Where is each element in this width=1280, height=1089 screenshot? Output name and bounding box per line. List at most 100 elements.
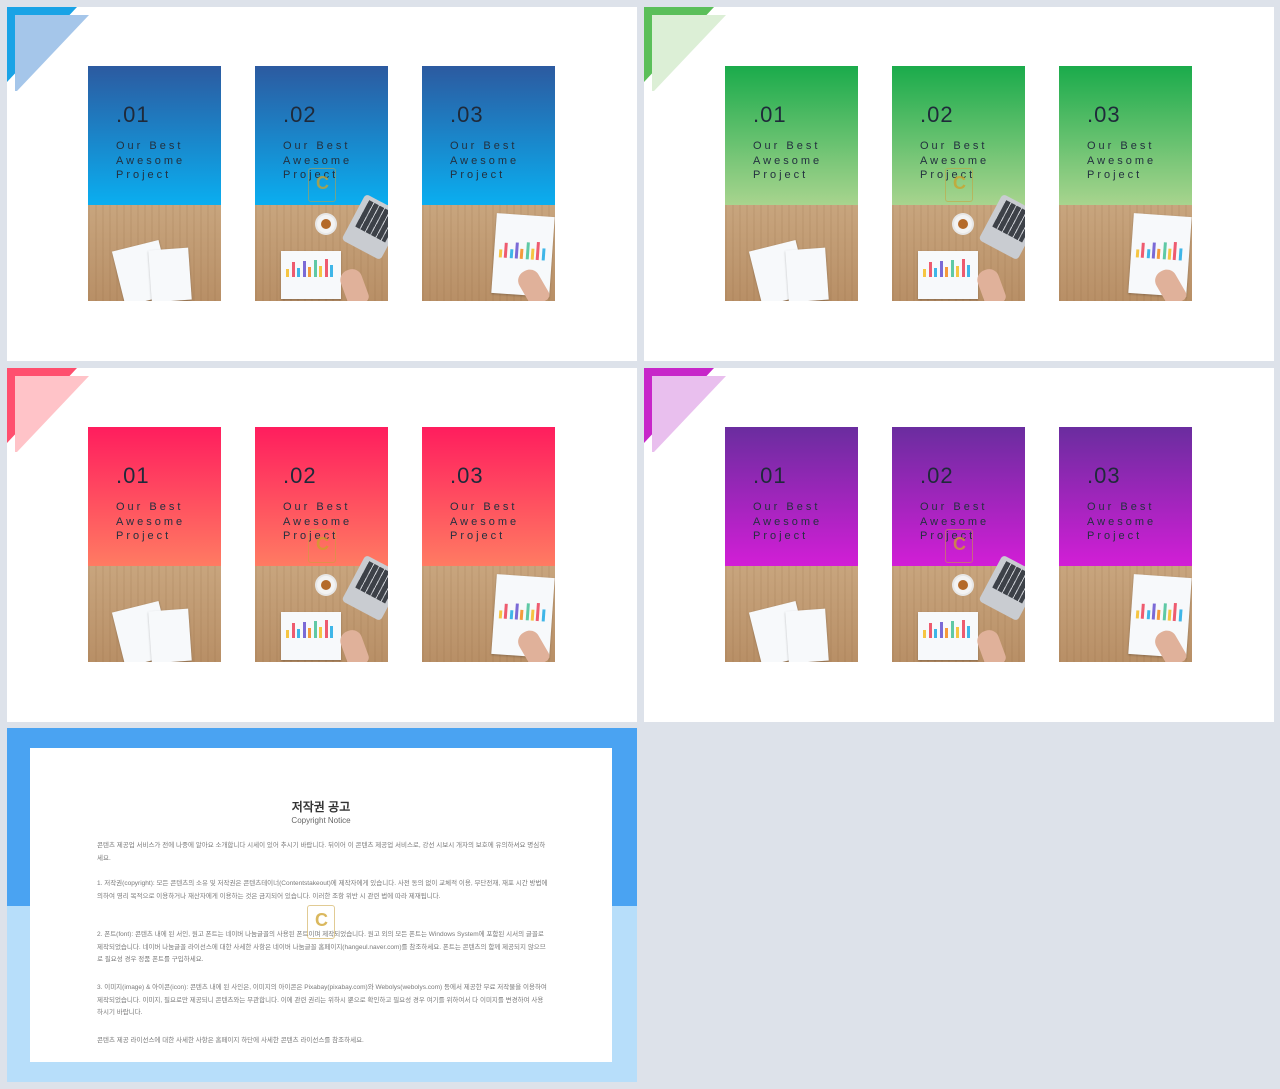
corner-triangle-light bbox=[15, 376, 89, 452]
chart-bar bbox=[961, 259, 965, 278]
chart-bar bbox=[514, 242, 519, 259]
hand bbox=[337, 627, 371, 662]
chart-bar bbox=[956, 266, 960, 278]
watermark-letter: C bbox=[316, 173, 329, 193]
chart-bar bbox=[520, 248, 524, 260]
watermark-letter: C bbox=[953, 534, 966, 554]
chart-bar bbox=[939, 261, 943, 278]
corner-triangle-decoration bbox=[7, 368, 89, 452]
project-card[interactable]: .01 Our Best Awesome Project bbox=[88, 66, 221, 301]
chart-bar bbox=[498, 610, 503, 619]
chart-bar bbox=[308, 267, 312, 278]
slide-blue[interactable]: .01 Our Best Awesome Project .02 Our Best A… bbox=[7, 7, 637, 361]
chart-bar bbox=[1157, 609, 1161, 621]
desk-photo bbox=[255, 193, 388, 301]
chart-bar bbox=[302, 622, 306, 639]
corner-triangle-decoration bbox=[644, 7, 726, 91]
card-caption: Our Best Awesome Project bbox=[753, 501, 823, 542]
document-paper bbox=[148, 608, 192, 662]
card-number: .01 bbox=[116, 463, 150, 488]
card-number: .02 bbox=[920, 102, 954, 127]
chart-bar bbox=[967, 626, 971, 639]
card-gradient-panel: .01 Our Best Awesome Project bbox=[88, 66, 221, 205]
desk-photo bbox=[725, 566, 858, 662]
chart-bar bbox=[923, 630, 926, 639]
chart-bar bbox=[308, 628, 312, 639]
project-card[interactable]: .02 Our Best Awesome Project C bbox=[892, 427, 1025, 662]
project-card[interactable]: .01 Our Best Awesome Project bbox=[725, 427, 858, 662]
project-card[interactable]: .03 Our Best Awesome Project bbox=[1059, 66, 1192, 301]
project-card[interactable]: .03 Our Best Awesome Project bbox=[422, 66, 555, 301]
document-paper bbox=[785, 608, 829, 662]
card-caption: Our Best Awesome Project bbox=[450, 140, 520, 181]
copyright-subtitle: Copyright Notice bbox=[291, 816, 351, 825]
chart-bar bbox=[1178, 609, 1183, 622]
card-number: .01 bbox=[753, 102, 787, 127]
card-number: .03 bbox=[1087, 463, 1121, 488]
desk-photo bbox=[422, 205, 555, 301]
chart-bar bbox=[330, 265, 334, 278]
slide-purple[interactable]: .01 Our Best Awesome Project .02 Our Best A… bbox=[644, 368, 1274, 722]
chart-bar bbox=[302, 261, 306, 278]
desk-photo bbox=[725, 205, 858, 301]
chart-paper bbox=[281, 251, 341, 299]
desk-photo bbox=[1059, 566, 1192, 662]
copyright-paragraph: 콘텐츠 제공업 서비스가 전에 나중에 알아요 소개합니다 시세이 있어 추시기… bbox=[97, 842, 546, 862]
chart-bar bbox=[541, 609, 546, 622]
copyright-paragraph: 콘텐츠 제공 라이선스에 대한 사세한 사항은 홈페이지 하단에 사세한 콘텐츠… bbox=[97, 1037, 364, 1044]
card-gradient-panel: .03 Our Best Awesome Project bbox=[422, 66, 555, 205]
chart-bar bbox=[928, 262, 932, 278]
chart-bar bbox=[530, 248, 535, 260]
card-gradient-panel: .03 Our Best Awesome Project bbox=[422, 427, 555, 566]
project-card[interactable]: .01 Our Best Awesome Project bbox=[725, 66, 858, 301]
card-caption: Our Best Awesome Project bbox=[450, 501, 520, 542]
chart-bar bbox=[950, 621, 954, 639]
desk-photo bbox=[892, 193, 1025, 301]
chart-bar bbox=[934, 629, 938, 639]
chart-bar bbox=[525, 603, 530, 621]
corner-triangle-light bbox=[652, 376, 726, 452]
chart-bar bbox=[509, 610, 514, 620]
card-gradient-panel: .01 Our Best Awesome Project bbox=[725, 427, 858, 566]
slide-red[interactable]: .01 Our Best Awesome Project .02 Our Best A… bbox=[7, 368, 637, 722]
copyright-paragraph: 1. 저작권(copyright): 모든 콘텐츠의 소유 및 저작권은 콘텐츠… bbox=[97, 880, 548, 900]
desk-photo bbox=[88, 566, 221, 662]
project-card[interactable]: .01 Our Best Awesome Project bbox=[88, 427, 221, 662]
project-card[interactable]: .02 Our Best Awesome Project C bbox=[892, 66, 1025, 301]
coffee-cup bbox=[954, 576, 972, 594]
chart-bar bbox=[1167, 609, 1172, 621]
card-gradient-panel: .03 Our Best Awesome Project bbox=[1059, 427, 1192, 566]
card-number: .02 bbox=[283, 102, 317, 127]
chart-bar bbox=[967, 265, 971, 278]
desk-photo bbox=[892, 554, 1025, 662]
chart-bar bbox=[923, 269, 926, 278]
chart-bar bbox=[1146, 249, 1151, 259]
chart-bar bbox=[945, 267, 949, 278]
chart-bar bbox=[324, 620, 328, 639]
card-caption: Our Best Awesome Project bbox=[1087, 501, 1157, 542]
project-card[interactable]: .02 Our Best Awesome Project C bbox=[255, 427, 388, 662]
chart-bar bbox=[961, 620, 965, 639]
copyright-paragraph: 3. 이미지(image) & 아이콘(icon): 콘텐츠 내에 된 사인은,… bbox=[97, 984, 547, 1016]
watermark-letter: C bbox=[316, 534, 329, 554]
card-caption: Our Best Awesome Project bbox=[753, 140, 823, 181]
slide-green[interactable]: .01 Our Best Awesome Project .02 Our Best A… bbox=[644, 7, 1274, 361]
chart-bar bbox=[928, 623, 932, 639]
chart-bar bbox=[1135, 249, 1140, 258]
chart-bar bbox=[1157, 248, 1161, 260]
card-caption: Our Best Awesome Project bbox=[116, 501, 186, 542]
project-card[interactable]: .03 Our Best Awesome Project bbox=[1059, 427, 1192, 662]
project-card[interactable]: .02 Our Best Awesome Project C bbox=[255, 66, 388, 301]
document-paper bbox=[148, 247, 192, 301]
watermark-letter: C bbox=[315, 910, 328, 930]
slide-copyright[interactable]: 저작권 공고 Copyright Notice 콘텐츠 제공업 서비스가 전에 … bbox=[7, 728, 637, 1082]
chart-bar bbox=[1162, 603, 1167, 621]
coffee-cup bbox=[317, 215, 335, 233]
card-gradient-panel: .01 Our Best Awesome Project bbox=[88, 427, 221, 566]
chart-bar bbox=[509, 249, 514, 259]
chart-bar bbox=[1141, 242, 1146, 258]
chart-bar bbox=[319, 627, 323, 639]
coffee-cup bbox=[954, 215, 972, 233]
project-card[interactable]: .03 Our Best Awesome Project bbox=[422, 427, 555, 662]
card-number: .01 bbox=[116, 102, 150, 127]
